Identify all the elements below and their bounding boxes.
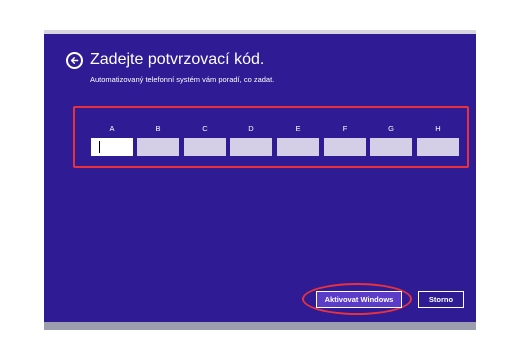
code-group-f: F <box>324 124 366 156</box>
code-label-f: F <box>342 124 348 133</box>
code-input-h[interactable] <box>417 138 459 156</box>
code-label-b: B <box>155 124 161 133</box>
code-input-d[interactable] <box>230 138 272 156</box>
activate-windows-button[interactable]: Aktivovat Windows <box>316 291 402 308</box>
text-caret <box>99 141 100 153</box>
code-label-d: D <box>248 124 254 133</box>
dialog-header: Zadejte potvrzovací kód. <box>66 50 264 70</box>
code-label-a: A <box>109 124 115 133</box>
code-input-e[interactable] <box>277 138 319 156</box>
code-group-d: D <box>230 124 272 156</box>
dialog-title: Zadejte potvrzovací kód. <box>90 51 265 68</box>
dialog-subtitle: Automatizovaný telefonní systém vám pora… <box>90 75 275 84</box>
back-button[interactable] <box>66 51 83 69</box>
code-input-a[interactable] <box>91 138 133 156</box>
code-input-g[interactable] <box>370 138 412 156</box>
code-label-e: E <box>295 124 301 133</box>
back-arrow-icon <box>70 56 79 64</box>
code-group-a: A <box>91 124 133 156</box>
code-group-e: E <box>277 124 319 156</box>
cancel-button[interactable]: Storno <box>418 291 464 308</box>
code-group-g: G <box>370 124 412 156</box>
code-group-c: C <box>184 124 226 156</box>
code-label-h: H <box>435 124 441 133</box>
bottom-strip <box>44 322 476 330</box>
code-label-g: G <box>388 124 394 133</box>
code-group-h: H <box>417 124 459 156</box>
code-label-c: C <box>202 124 208 133</box>
code-input-f[interactable] <box>324 138 366 156</box>
activation-dialog: Zadejte potvrzovací kód. Automatizovaný … <box>44 34 476 322</box>
screenshot-page: Zadejte potvrzovací kód. Automatizovaný … <box>0 0 520 360</box>
code-input-c[interactable] <box>184 138 226 156</box>
code-input-b[interactable] <box>137 138 179 156</box>
code-group-b: B <box>137 124 179 156</box>
